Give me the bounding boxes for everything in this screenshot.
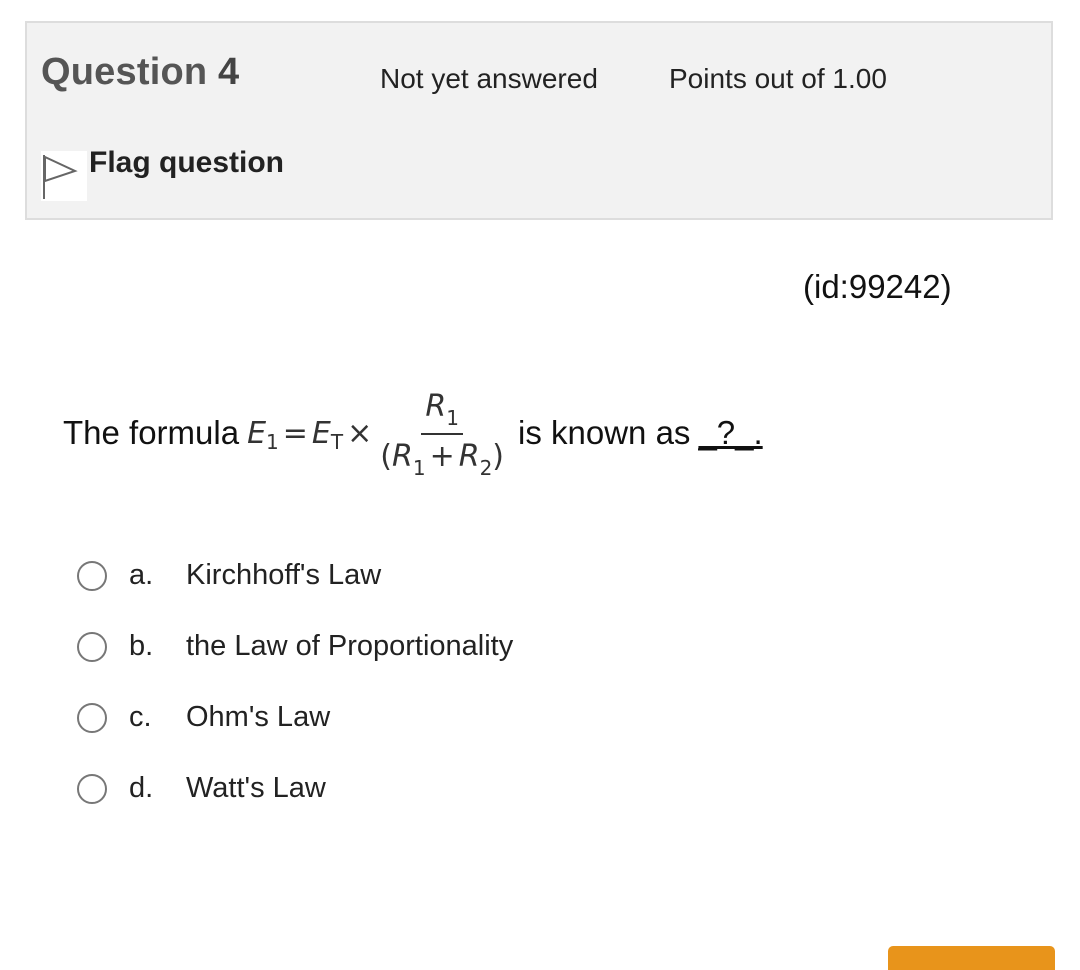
- formula-rhs-sub: T: [330, 430, 344, 454]
- formula-rhs-var: E: [311, 415, 331, 451]
- flag-outline-icon[interactable]: [41, 151, 87, 201]
- answer-letter: d.: [129, 772, 154, 804]
- radio-button-c[interactable]: [77, 702, 107, 733]
- question-text-before: The formula: [63, 414, 240, 451]
- formula-num-var: R: [425, 389, 447, 424]
- next-page-button[interactable]: [888, 946, 1055, 970]
- question-info-box: Question 4 Not yet answered Points out o…: [25, 21, 1053, 220]
- question-title-prefix: Question: [41, 51, 208, 93]
- flag-question-button[interactable]: Flag question: [41, 145, 284, 201]
- formula-lhs-sub: 1: [266, 430, 279, 454]
- formula-den-close: ): [492, 439, 505, 474]
- formula: E1 = ET × R1 (R1 + R2): [247, 387, 512, 480]
- formula-numerator: R1: [421, 387, 463, 435]
- question-title: Question 4: [41, 51, 239, 94]
- formula-equals: =: [282, 415, 308, 451]
- answer-option-b[interactable]: b. the Law of Proportionality: [77, 611, 513, 682]
- answer-option-c[interactable]: c. Ohm's Law: [77, 682, 513, 753]
- formula-den-var1: R: [391, 439, 413, 474]
- question-text: The formula E1 = ET × R1 (R1 + R2) is know…: [63, 378, 763, 488]
- question-state: Not yet answered: [380, 63, 598, 94]
- question-number: 4: [218, 51, 240, 93]
- formula-den-sub2: 2: [479, 456, 493, 480]
- question-blank: _?_.: [698, 414, 763, 451]
- formula-num-sub: 1: [446, 406, 459, 430]
- answer-letter: c.: [129, 701, 152, 733]
- flag-question-label[interactable]: Flag question: [89, 146, 284, 180]
- answer-label[interactable]: Ohm's Law: [186, 701, 330, 734]
- radio-button-a[interactable]: [77, 560, 107, 591]
- formula-den-sub1: 1: [412, 456, 426, 480]
- answer-list: a. Kirchhoff's Law b. the Law of Proport…: [77, 540, 513, 824]
- formula-lhs-var: E: [247, 415, 267, 451]
- formula-denominator: (R1 + R2): [380, 435, 505, 480]
- question-grade: Points out of 1.00: [669, 63, 887, 94]
- answer-option-a[interactable]: a. Kirchhoff's Law: [77, 540, 513, 611]
- formula-times: ×: [347, 415, 373, 451]
- answer-label[interactable]: Kirchhoff's Law: [186, 559, 381, 592]
- formula-den-var2: R: [458, 439, 480, 474]
- answer-label[interactable]: the Law of Proportionality: [186, 630, 513, 663]
- quiz-page: Question 4 Not yet answered Points out o…: [0, 0, 1080, 970]
- question-id: (id:99242): [803, 268, 952, 305]
- answer-label[interactable]: Watt's Law: [186, 772, 326, 805]
- question-text-after: is known as: [518, 414, 691, 451]
- radio-button-b[interactable]: [77, 631, 107, 662]
- answer-letter: a.: [129, 559, 154, 591]
- formula-den-plus: +: [429, 439, 455, 474]
- formula-fraction: R1 (R1 + R2): [380, 387, 505, 480]
- answer-option-d[interactable]: d. Watt's Law: [77, 753, 513, 824]
- formula-den-open: (: [380, 439, 392, 474]
- answer-letter: b.: [129, 630, 154, 662]
- radio-button-d[interactable]: [77, 773, 107, 804]
